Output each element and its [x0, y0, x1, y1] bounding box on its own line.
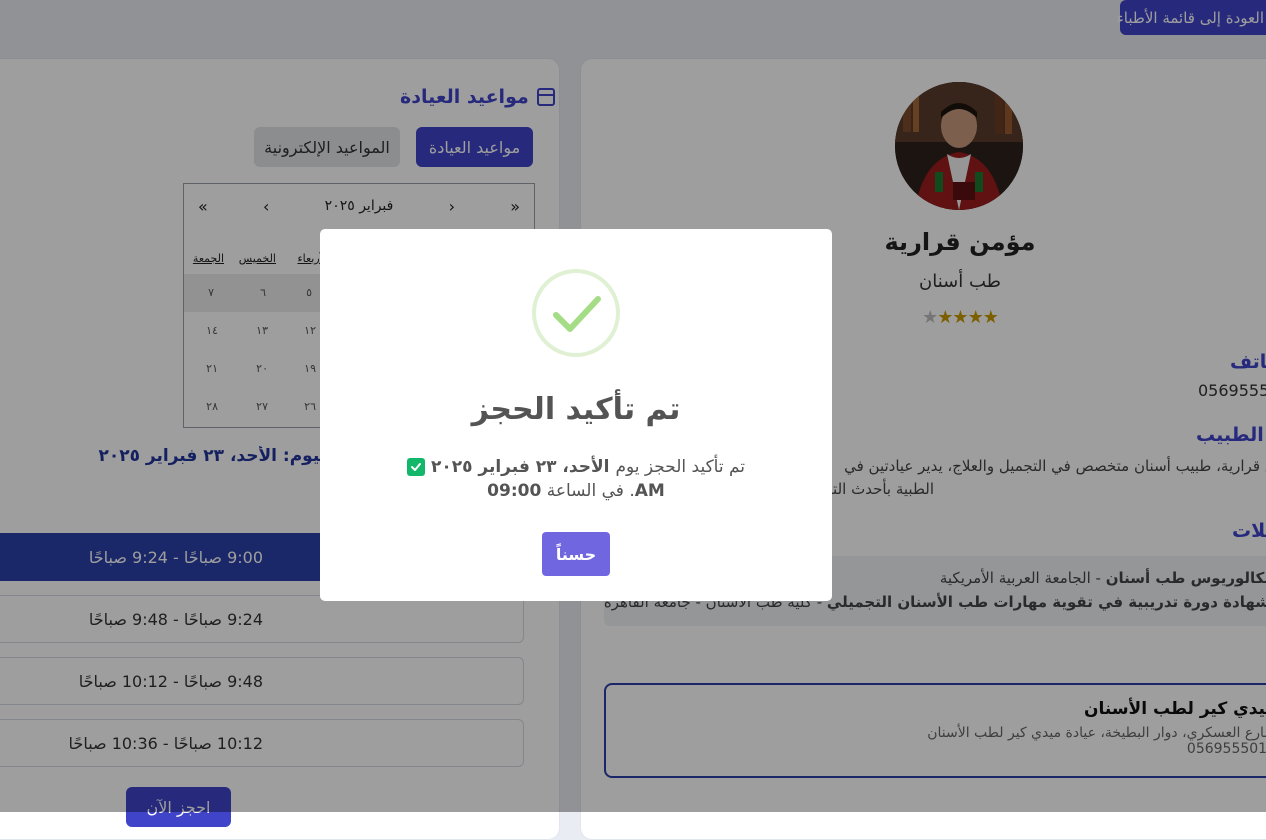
dialog-message: تم تأكيد الحجز يوم الأحد، ٢٣ فبراير ٢٠٢٥… [320, 455, 832, 503]
dialog-time-ampm: AM [634, 481, 665, 501]
ok-button[interactable]: حسناً [542, 532, 610, 576]
success-check-icon [532, 269, 620, 357]
dialog-date: الأحد، ٢٣ فبراير ٢٠٢٥ [430, 457, 610, 477]
dialog-time-prefix: في الساعة [546, 481, 624, 501]
dialog-title: تم تأكيد الحجز [471, 392, 681, 427]
dialog-message-line: تم تأكيد الحجز يوم الأحد، ٢٣ فبراير ٢٠٢٥ [320, 455, 832, 479]
dialog-message-prefix: تم تأكيد الحجز يوم [615, 457, 746, 477]
checkbox-checked-icon [406, 458, 425, 476]
dialog-time: 09:00 [487, 481, 542, 501]
booking-confirmation-dialog: تم تأكيد الحجز تم تأكيد الحجز يوم الأحد،… [320, 229, 832, 601]
dialog-message-line: AM. في الساعة 09:00 [487, 481, 665, 501]
